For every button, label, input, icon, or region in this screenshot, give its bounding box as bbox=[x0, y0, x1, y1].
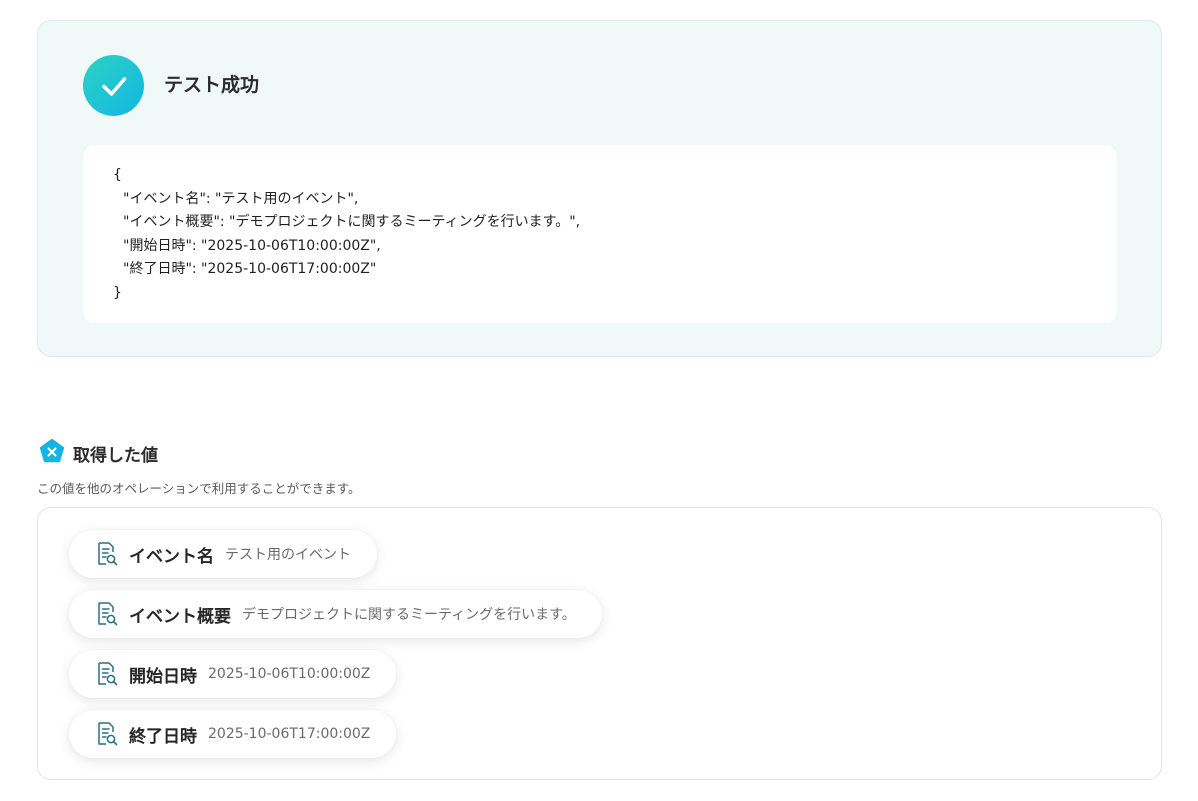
check-icon bbox=[83, 55, 144, 116]
json-open-brace: { bbox=[113, 167, 122, 183]
value-key: 終了日時 bbox=[129, 726, 197, 747]
document-search-icon bbox=[95, 661, 119, 687]
document-search-icon bbox=[95, 601, 119, 627]
value-key: イベント概要 bbox=[129, 606, 231, 627]
value-text: テスト用のイベント bbox=[225, 547, 351, 563]
values-panel: イベント名 テスト用のイベント イベント概要 デモプロジェクトに関するミーティン… bbox=[37, 507, 1162, 780]
success-title: テスト成功 bbox=[164, 74, 260, 96]
json-output: { "イベント名": "テスト用のイベント", "イベント概要": "デモプロジ… bbox=[83, 145, 1117, 323]
value-item[interactable]: 開始日時 2025-10-06T10:00:00Z bbox=[69, 650, 397, 698]
json-line: "開始日時": "2025-10-06T10:00:00Z", bbox=[123, 237, 381, 254]
values-header: 取得した値 bbox=[39, 438, 158, 468]
value-text: デモプロジェクトに関するミーティングを行います。 bbox=[242, 607, 576, 623]
json-line: "イベント概要": "デモプロジェクトに関するミーティングを行います。", bbox=[123, 214, 581, 230]
pentagon-x-icon bbox=[39, 438, 65, 468]
value-text: 2025-10-06T17:00:00Z bbox=[208, 726, 371, 742]
json-line: "終了日時": "2025-10-06T17:00:00Z" bbox=[123, 261, 377, 277]
value-item[interactable]: 終了日時 2025-10-06T17:00:00Z bbox=[69, 710, 397, 758]
value-key: 開始日時 bbox=[129, 666, 197, 687]
document-search-icon bbox=[95, 541, 119, 567]
value-item[interactable]: イベント名 テスト用のイベント bbox=[69, 530, 377, 578]
value-item[interactable]: イベント概要 デモプロジェクトに関するミーティングを行います。 bbox=[69, 590, 602, 638]
values-title: 取得した値 bbox=[73, 445, 158, 466]
test-success-panel: テスト成功 { "イベント名": "テスト用のイベント", "イベント概要": … bbox=[37, 20, 1162, 357]
json-line: "イベント名": "テスト用のイベント", bbox=[123, 190, 359, 207]
document-search-icon bbox=[95, 721, 119, 747]
value-key: イベント名 bbox=[129, 546, 214, 567]
value-text: 2025-10-06T10:00:00Z bbox=[208, 666, 371, 682]
json-close-brace: } bbox=[113, 284, 122, 301]
values-description: この値を他のオペレーションで利用することができます。 bbox=[37, 481, 361, 496]
